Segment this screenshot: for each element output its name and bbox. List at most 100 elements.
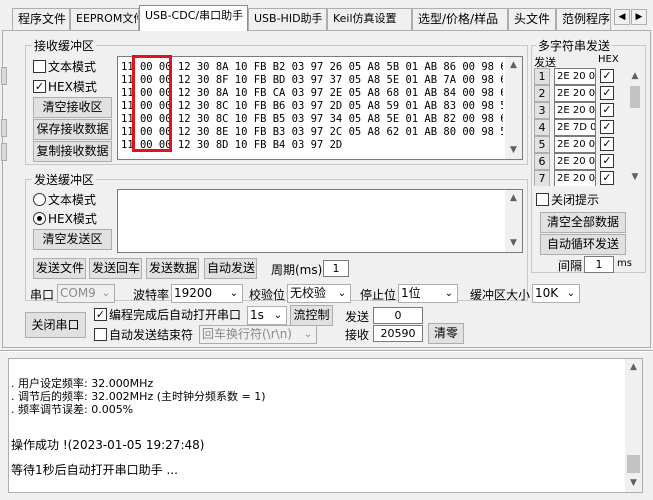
close-tip-label: 关闭提示: [551, 193, 600, 207]
scroll-thumb[interactable]: [630, 86, 640, 108]
tab-example-programs[interactable]: 范例程序: [556, 8, 611, 30]
close-tip-checkbox[interactable]: [536, 193, 549, 206]
multi-send-button[interactable]: 1: [534, 68, 550, 85]
tab-scroll-left-icon[interactable]: ◀: [614, 9, 630, 25]
receive-scrollbar[interactable]: ▲ ▼: [505, 57, 522, 159]
auto-open-checkbox[interactable]: ✓: [94, 308, 107, 321]
multi-string-input[interactable]: 2E 20 0: [554, 68, 596, 85]
send-hex-mode-radio[interactable]: [33, 212, 46, 225]
multi-hex-checkbox[interactable]: ✓: [600, 137, 614, 151]
serial-assistant-panel: 接收缓冲区 文本模式 ✓ HEX模式 清空接收区 保存接收数据 复制接收数据 1…: [1, 30, 651, 348]
end-char-select[interactable]: 回车换行符(\r\n) ⌄: [199, 325, 317, 344]
multi-string-input[interactable]: 2E 7D 0: [554, 119, 596, 136]
parity-value: 无校验: [290, 286, 327, 300]
multi-string-title: 多字符串发送: [536, 37, 613, 54]
baud-select[interactable]: 19200 ⌄: [171, 284, 243, 303]
multi-string-input[interactable]: 2E 20 0: [554, 102, 596, 119]
scroll-thumb[interactable]: [627, 455, 640, 473]
send-file-button[interactable]: 发送文件: [33, 258, 86, 279]
tab-header-file[interactable]: 头文件: [508, 8, 556, 30]
left-edge-strip: [1, 67, 7, 85]
log-scrollbar[interactable]: ▲ ▼: [625, 359, 642, 492]
tab-usb-hid[interactable]: USB-HID助手: [248, 8, 327, 30]
chevron-down-icon: ⌄: [303, 329, 313, 340]
stop-bits-select[interactable]: 1位 ⌄: [398, 284, 458, 303]
tab-selection-price[interactable]: 选型/价格/样品: [412, 8, 508, 30]
multi-hex-checkbox[interactable]: ✓: [600, 103, 614, 117]
multi-string-scrollbar[interactable]: ▲ ▼: [628, 68, 642, 186]
splitter[interactable]: [0, 350, 653, 352]
multi-send-button[interactable]: 6: [534, 153, 550, 170]
buffer-size-select[interactable]: 10K ⌄: [532, 284, 580, 303]
clear-receive-button[interactable]: 清空接收区: [33, 97, 112, 118]
multi-send-button[interactable]: 7: [534, 170, 550, 186]
multi-hex-checkbox[interactable]: ✓: [600, 120, 614, 134]
delay-value: 1s: [250, 308, 264, 322]
multi-send-button[interactable]: 3: [534, 102, 550, 119]
save-receive-data-button[interactable]: 保存接收数据: [33, 119, 112, 140]
scroll-up-icon[interactable]: ▲: [628, 68, 642, 85]
buffer-size-value: 10K: [535, 286, 559, 300]
scroll-down-icon[interactable]: ▼: [625, 475, 642, 492]
end-char-checkbox[interactable]: [94, 328, 107, 341]
port-select[interactable]: COM9 ⌄: [57, 284, 115, 303]
log-line: . 频率调节误差: 0.005%: [11, 403, 134, 416]
period-input[interactable]: 1: [323, 260, 349, 277]
multi-row: 7 2E 20 0 ✓: [534, 170, 624, 186]
tab-eeprom-file[interactable]: EEPROM文件: [70, 8, 139, 30]
receive-line: 11 00 00 12 30 8A 10 FB B2 03 97 26 05 A…: [121, 61, 503, 73]
multi-send-button[interactable]: 2: [534, 85, 550, 102]
highlight-annotation-box: [132, 55, 172, 152]
multi-hex-checkbox[interactable]: ✓: [600, 86, 614, 100]
receive-textarea[interactable]: 11 00 00 12 30 8A 10 FB B2 03 97 26 05 A…: [117, 55, 523, 160]
baud-label: 波特率: [133, 288, 170, 302]
multi-send-button[interactable]: 5: [534, 136, 550, 153]
auto-send-button[interactable]: 自动发送: [204, 258, 257, 279]
multi-string-input[interactable]: 2E 20 0: [554, 136, 596, 153]
log-output[interactable]: . 用户设定频率: 32.000MHz . 调节后的频率: 32.002MHz …: [8, 358, 643, 493]
receive-hex-mode-checkbox[interactable]: ✓: [33, 80, 46, 93]
multi-hex-checkbox[interactable]: ✓: [600, 171, 614, 185]
multi-string-input[interactable]: 2E 20 0: [554, 85, 596, 102]
multi-hex-checkbox[interactable]: ✓: [600, 154, 614, 168]
scroll-down-icon[interactable]: ▼: [505, 235, 522, 252]
stop-bits-value: 1位: [401, 286, 421, 300]
tab-program-file[interactable]: 程序文件: [12, 8, 70, 30]
multi-send-button[interactable]: 4: [534, 119, 550, 136]
copy-receive-data-button[interactable]: 复制接收数据: [33, 141, 112, 162]
log-line: 操作成功 !(2023-01-05 19:27:48): [11, 438, 205, 452]
flow-control-button[interactable]: 流控制: [290, 305, 333, 326]
scroll-down-icon[interactable]: ▼: [628, 169, 642, 186]
scroll-up-icon[interactable]: ▲: [625, 359, 642, 376]
clear-send-button[interactable]: 清空发送区: [33, 229, 112, 250]
multi-string-input[interactable]: 2E 20 0: [554, 170, 596, 186]
chevron-down-icon: ⌄: [101, 288, 111, 299]
tab-keil-settings[interactable]: Keil仿真设置: [327, 8, 412, 30]
multi-hex-checkbox[interactable]: ✓: [600, 69, 614, 83]
tab-usb-cdc[interactable]: USB-CDC/串口助手: [139, 5, 248, 31]
port-value: COM9: [60, 286, 96, 300]
send-scrollbar[interactable]: ▲ ▼: [505, 190, 522, 252]
chevron-down-icon: ⌄: [444, 288, 454, 299]
multi-row: 4 2E 7D 0 ✓: [534, 119, 624, 136]
scroll-down-icon[interactable]: ▼: [505, 142, 522, 159]
multi-row: 6 2E 20 0 ✓: [534, 153, 624, 170]
tab-scroll-right-icon[interactable]: ▶: [631, 9, 647, 25]
receive-line: 11 00 00 12 30 8E 10 FB B3 03 97 2C 05 A…: [121, 126, 503, 138]
parity-label: 校验位: [249, 288, 286, 302]
interval-input[interactable]: 1: [584, 256, 614, 273]
send-data-button[interactable]: 发送数据: [146, 258, 199, 279]
clear-all-data-button[interactable]: 清空全部数据: [540, 212, 626, 233]
receive-text-mode-checkbox[interactable]: [33, 60, 46, 73]
multi-string-input[interactable]: 2E 20 0: [554, 153, 596, 170]
send-textarea[interactable]: ▲ ▼: [117, 189, 523, 253]
send-enter-button[interactable]: 发送回车: [89, 258, 142, 279]
send-text-mode-radio[interactable]: [33, 193, 46, 206]
scroll-up-icon[interactable]: ▲: [505, 190, 522, 207]
delay-select[interactable]: 1s ⌄: [247, 306, 287, 325]
parity-select[interactable]: 无校验 ⌄: [287, 284, 351, 303]
auto-loop-send-button[interactable]: 自动循环发送: [540, 234, 626, 255]
close-port-button[interactable]: 关闭串口: [25, 312, 86, 338]
scroll-up-icon[interactable]: ▲: [505, 57, 522, 74]
clear-zero-button[interactable]: 清零: [428, 323, 464, 344]
